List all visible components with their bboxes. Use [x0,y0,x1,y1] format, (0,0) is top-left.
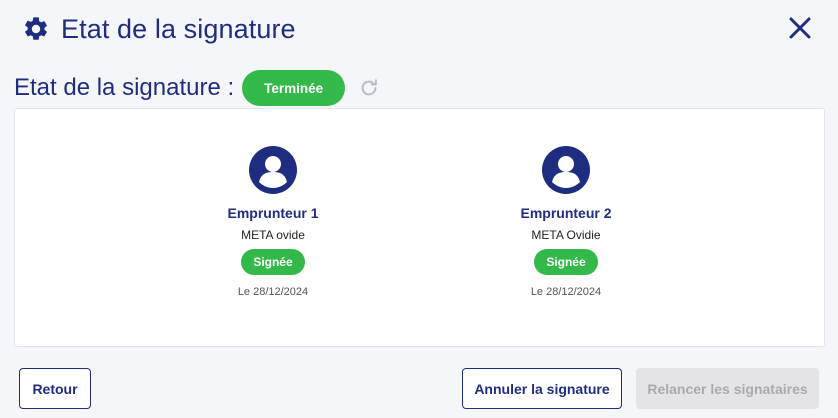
status-label: Etat de la signature : [14,74,235,101]
close-icon [789,17,811,39]
dialog-title: Etat de la signature [61,13,296,44]
cancel-signature-button[interactable]: Annuler la signature [462,368,622,409]
dialog-header: Etat de la signature [22,12,296,46]
signature-date: Le 28/12/2024 [530,286,602,298]
signed-badge: Signée [241,249,305,275]
status-badge: Terminée [242,70,346,106]
signer-title: Emprunteur 2 [520,205,612,221]
gear-icon [22,15,50,43]
user-avatar-icon [249,146,297,194]
user-avatar-icon [542,146,590,194]
signed-badge: Signée [534,249,598,275]
refresh-button[interactable] [358,77,380,99]
back-button[interactable]: Retour [19,368,91,409]
signer-card-1: Emprunteur 1 META ovide Signée Le 28/12/… [183,145,363,298]
signature-date: Le 28/12/2024 [237,286,309,298]
signer-card-2: Emprunteur 2 META Ovidie Signée Le 28/12… [476,145,656,298]
status-row: Etat de la signature : Terminée [14,70,380,106]
refresh-icon [361,79,378,96]
signer-title: Emprunteur 1 [227,205,319,221]
resend-signers-button: Relancer les signataires [636,368,819,409]
signers-card: Emprunteur 1 META ovide Signée Le 28/12/… [14,108,825,347]
signer-name: META ovide [241,228,305,242]
close-button[interactable] [788,16,812,40]
signer-name: META Ovidie [531,228,601,242]
